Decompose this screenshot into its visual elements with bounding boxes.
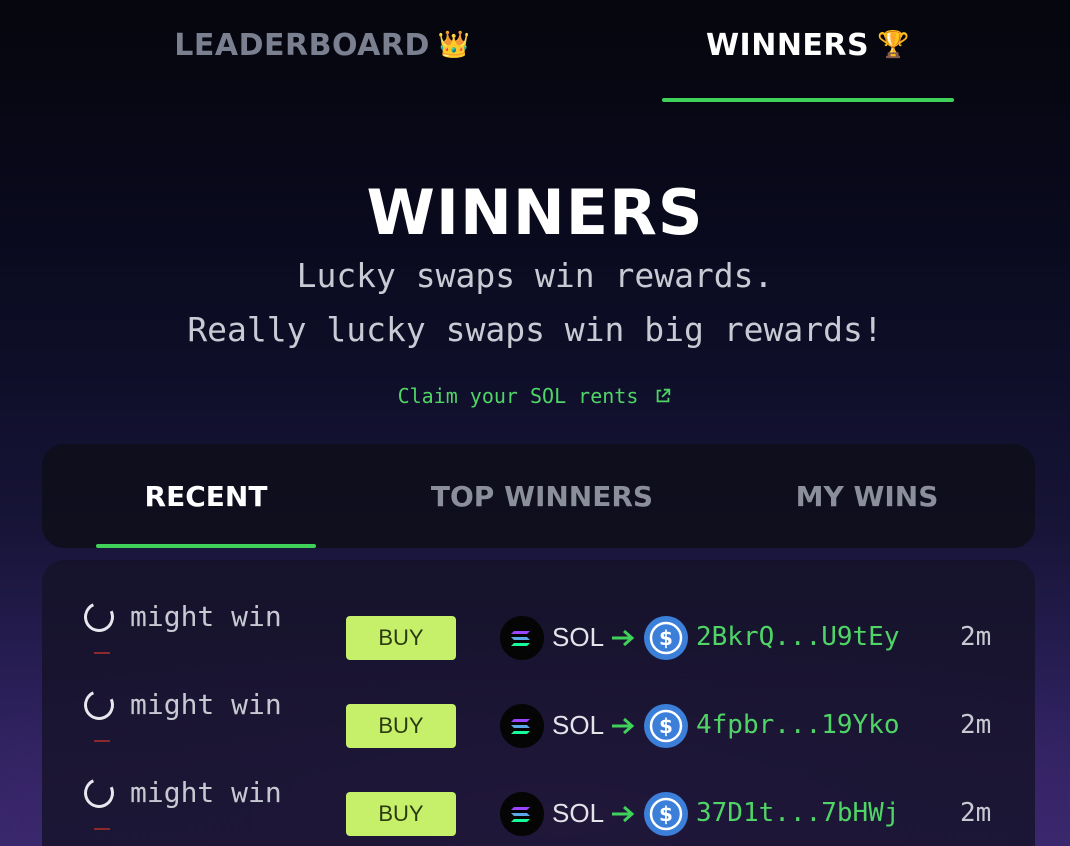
arrow-right-icon [612, 805, 635, 823]
sol-icon [500, 704, 544, 748]
from-token-label: SOL [552, 622, 605, 652]
winner-address[interactable]: 4fpbr...19Yko [696, 710, 900, 740]
usdc-icon: $ [644, 616, 688, 660]
arrow-right-icon [612, 717, 635, 735]
page-title: WINNERS [366, 176, 704, 249]
win-status: might win [79, 773, 282, 812]
list-item: might win BUY SOL $ 4fpbr...19Yko 2m [42, 680, 1035, 750]
status-underline [94, 828, 110, 830]
tab-leaderboard-label: LEADERBOARD [174, 28, 430, 63]
svg-text:$: $ [659, 802, 673, 826]
from-token-label: SOL [552, 710, 605, 740]
arrow-right-icon [612, 629, 635, 647]
external-link-icon [657, 388, 671, 403]
time-ago: 2m [960, 798, 992, 828]
usdc-icon: $ [644, 704, 688, 748]
loading-spinner-icon [79, 685, 119, 724]
tab-leaderboard[interactable]: LEADERBOARD 👑 [150, 28, 495, 102]
subtitle-line-1: Lucky swaps win rewards. [296, 256, 774, 295]
winners-sub-tabs: RECENT TOP WINNERS MY WINS [42, 444, 1035, 548]
tab-winners[interactable]: WINNERS 🏆 [662, 28, 954, 102]
loading-spinner-icon [79, 597, 119, 636]
status-text: might win [130, 600, 282, 633]
status-text: might win [130, 776, 282, 809]
tab-winners-label: WINNERS [705, 28, 870, 63]
claim-sol-rents-link[interactable]: Claim your SOL rents [0, 384, 1070, 408]
winner-address[interactable]: 37D1t...7bHWj [696, 798, 900, 828]
list-item: might win BUY SOL $ 2BkrQ...U9tEy 2m [42, 592, 1035, 662]
winners-list: might win BUY SOL $ 2BkrQ...U9tEy 2m mig… [42, 560, 1035, 846]
sol-icon [500, 616, 544, 660]
usdc-icon: $ [644, 792, 688, 836]
status-text: might win [130, 688, 282, 721]
top-tab-bar: LEADERBOARD 👑 WINNERS 🏆 [0, 0, 1070, 102]
winner-address[interactable]: 2BkrQ...U9tEy [696, 622, 900, 652]
from-token-label: SOL [552, 798, 605, 828]
active-tab-indicator [96, 544, 316, 548]
time-ago: 2m [960, 710, 992, 740]
trophy-icon: 🏆 [877, 30, 911, 60]
buy-badge[interactable]: BUY [346, 792, 456, 836]
status-underline [94, 652, 110, 654]
tab-top-winners[interactable]: TOP WINNERS [392, 480, 692, 513]
tab-my-wins[interactable]: MY WINS [762, 480, 972, 513]
svg-text:$: $ [659, 714, 673, 738]
crown-icon: 👑 [437, 30, 471, 60]
tab-recent[interactable]: RECENT [96, 480, 316, 513]
buy-badge[interactable]: BUY [346, 704, 456, 748]
buy-badge[interactable]: BUY [346, 616, 456, 660]
sol-icon [500, 792, 544, 836]
subtitle-line-2: Really lucky swaps win big rewards! [187, 310, 883, 349]
status-underline [94, 740, 110, 742]
loading-spinner-icon [79, 773, 119, 812]
time-ago: 2m [960, 622, 992, 652]
list-item: might win BUY SOL $ 37D1t...7bHWj 2m [42, 768, 1035, 838]
claim-link-label: Claim your SOL rents [397, 384, 639, 408]
win-status: might win [79, 685, 282, 724]
svg-text:$: $ [659, 626, 673, 650]
win-status: might win [79, 597, 282, 636]
